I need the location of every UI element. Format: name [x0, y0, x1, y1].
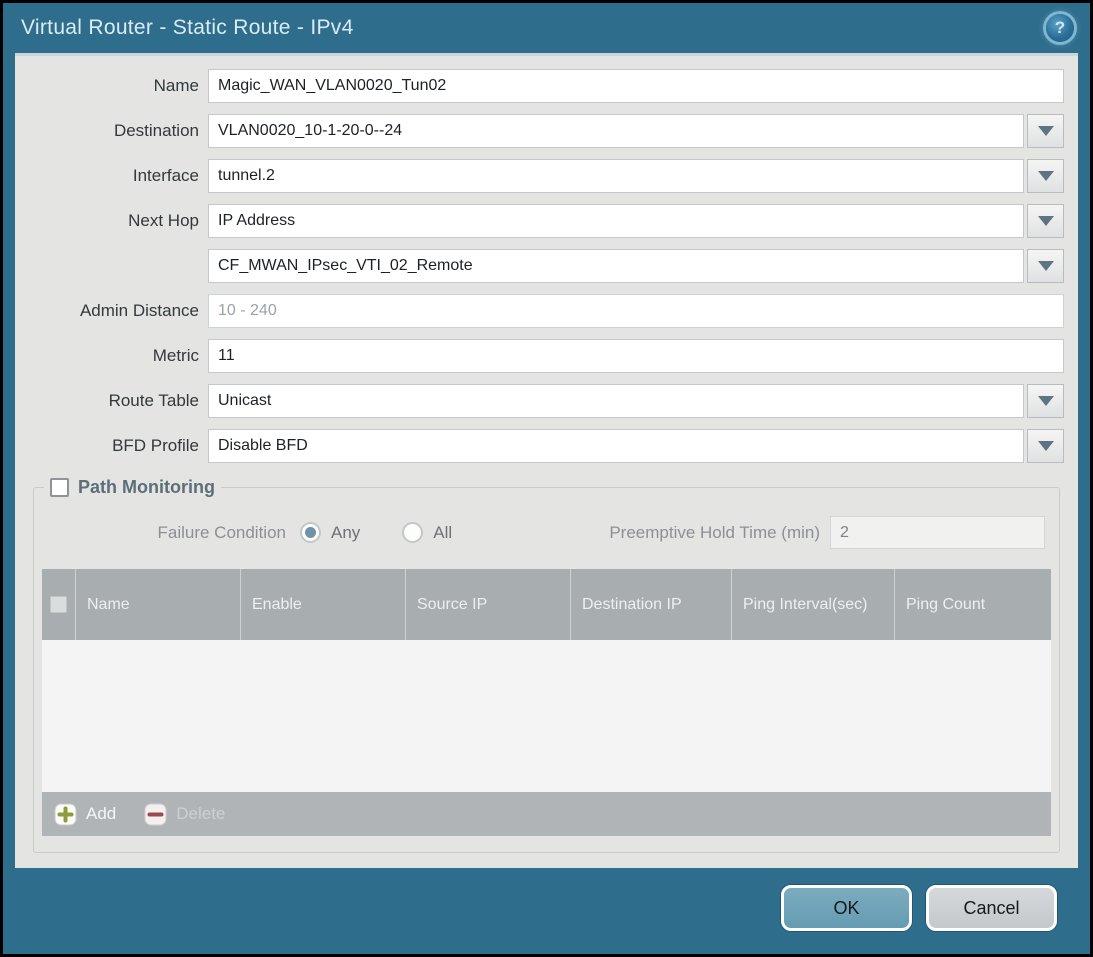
table-header-row: Name Enable Source IP Destination IP Pin…: [42, 569, 1051, 640]
bfd-profile-input[interactable]: [208, 429, 1024, 463]
table-body-empty: [42, 640, 1051, 792]
metric-label: Metric: [29, 346, 208, 366]
chevron-down-icon: [1038, 261, 1054, 271]
path-monitoring-table: Name Enable Source IP Destination IP Pin…: [42, 569, 1051, 836]
dialog-titlebar: Virtual Router - Static Route - IPv4 ?: [3, 3, 1090, 53]
static-route-dialog: Virtual Router - Static Route - IPv4 ? N…: [0, 0, 1093, 957]
ok-button[interactable]: OK: [781, 885, 912, 931]
failure-condition-all-option[interactable]: All: [402, 522, 452, 543]
failure-condition-any-option[interactable]: Any: [300, 522, 360, 543]
radio-all-icon[interactable]: [402, 522, 423, 543]
delete-button[interactable]: Delete: [144, 803, 225, 826]
radio-any-label: Any: [331, 523, 360, 543]
bfd-profile-label: BFD Profile: [29, 436, 208, 456]
column-header-ping-count[interactable]: Ping Count: [895, 569, 1051, 640]
destination-label: Destination: [29, 121, 208, 141]
chevron-down-icon: [1038, 171, 1054, 181]
admin-distance-input[interactable]: [208, 294, 1064, 328]
add-button[interactable]: Add: [54, 803, 116, 826]
field-row-admin-distance: Admin Distance: [29, 294, 1064, 328]
route-table-label: Route Table: [29, 391, 208, 411]
field-row-bfd-profile: BFD Profile: [29, 429, 1064, 463]
plus-icon: [54, 803, 77, 826]
path-monitoring-checkbox[interactable]: [50, 478, 69, 497]
route-table-dropdown-button[interactable]: [1027, 384, 1064, 418]
preemptive-hold-time-input[interactable]: [830, 516, 1045, 549]
admin-distance-label: Admin Distance: [29, 301, 208, 321]
column-header-source-ip[interactable]: Source IP: [406, 569, 571, 640]
path-monitoring-legend: Path Monitoring: [44, 477, 221, 498]
dialog-footer: OK Cancel: [3, 868, 1090, 954]
column-header-enable[interactable]: Enable: [241, 569, 406, 640]
name-input[interactable]: [208, 69, 1064, 103]
interface-label: Interface: [29, 166, 208, 186]
table-action-bar: Add Delete: [42, 792, 1051, 836]
column-header-name[interactable]: Name: [76, 569, 241, 640]
destination-input[interactable]: [208, 114, 1024, 148]
delete-button-label: Delete: [176, 804, 225, 824]
failure-condition-label: Failure Condition: [42, 523, 300, 543]
next-hop-label: Next Hop: [29, 211, 208, 231]
radio-any-icon[interactable]: [300, 522, 321, 543]
next-hop-address-input[interactable]: [208, 249, 1024, 283]
next-hop-dropdown-button[interactable]: [1027, 204, 1064, 238]
preemptive-hold-time-label: Preemptive Hold Time (min): [609, 523, 820, 543]
minus-icon: [144, 803, 167, 826]
column-header-ping-interval[interactable]: Ping Interval(sec): [732, 569, 895, 640]
chevron-down-icon: [1038, 126, 1054, 136]
column-header-destination-ip[interactable]: Destination IP: [571, 569, 732, 640]
field-row-next-hop: Next Hop: [29, 204, 1064, 238]
next-hop-address-dropdown-button[interactable]: [1027, 249, 1064, 283]
chevron-down-icon: [1038, 216, 1054, 226]
field-row-metric: Metric: [29, 339, 1064, 373]
metric-input[interactable]: [208, 339, 1064, 373]
field-row-next-hop-address: [29, 249, 1064, 283]
chevron-down-icon: [1038, 441, 1054, 451]
radio-all-label: All: [433, 523, 452, 543]
field-row-interface: Interface: [29, 159, 1064, 193]
route-table-input[interactable]: [208, 384, 1024, 418]
select-all-checkbox[interactable]: [50, 596, 67, 613]
path-monitoring-title: Path Monitoring: [78, 477, 215, 498]
cancel-button[interactable]: Cancel: [926, 885, 1057, 931]
path-monitoring-section: Path Monitoring Failure Condition Any Al…: [33, 477, 1060, 853]
interface-dropdown-button[interactable]: [1027, 159, 1064, 193]
field-row-destination: Destination: [29, 114, 1064, 148]
dialog-content: Name Destination Interface: [15, 53, 1078, 868]
table-header-checkbox-cell: [42, 569, 76, 640]
failure-condition-row: Failure Condition Any All Preemptive Hol…: [42, 516, 1051, 549]
bfd-profile-dropdown-button[interactable]: [1027, 429, 1064, 463]
field-row-route-table: Route Table: [29, 384, 1064, 418]
help-icon[interactable]: ?: [1046, 14, 1074, 42]
dialog-title: Virtual Router - Static Route - IPv4: [21, 16, 354, 40]
chevron-down-icon: [1038, 396, 1054, 406]
add-button-label: Add: [86, 804, 116, 824]
destination-dropdown-button[interactable]: [1027, 114, 1064, 148]
name-label: Name: [29, 76, 208, 96]
interface-input[interactable]: [208, 159, 1024, 193]
next-hop-type-input[interactable]: [208, 204, 1024, 238]
field-row-name: Name: [29, 69, 1064, 103]
